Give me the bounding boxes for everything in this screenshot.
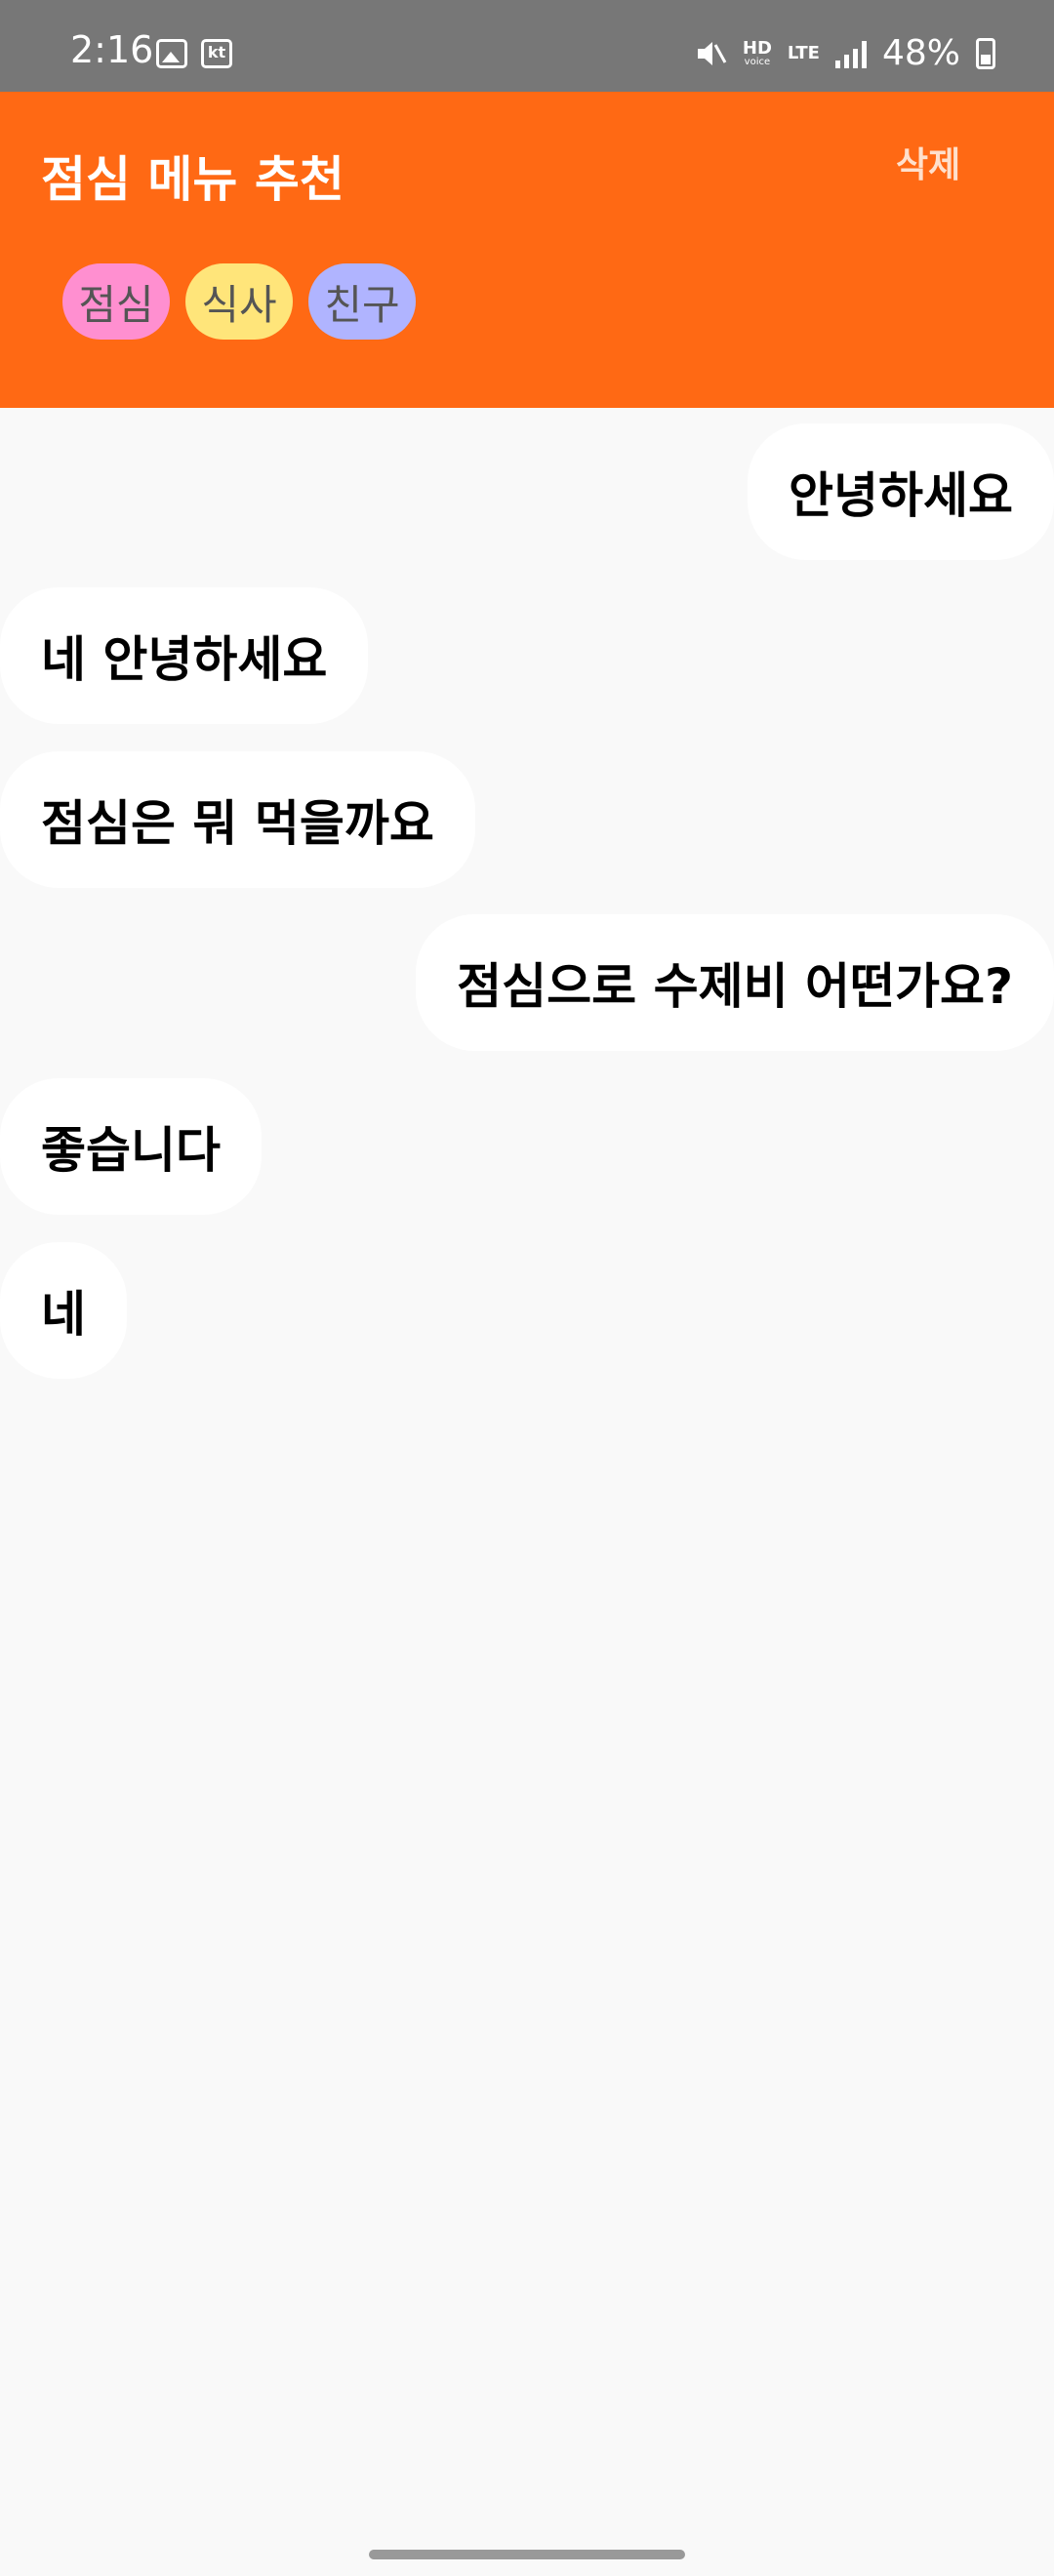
tag-chip[interactable]: 식사 <box>185 263 293 340</box>
battery-percent: 48% <box>881 33 960 73</box>
mute-icon <box>697 41 727 65</box>
hd-voice-icon: HD voice <box>742 37 772 67</box>
message-bubble[interactable]: 안녕하세요 <box>748 423 1054 560</box>
delete-button[interactable]: 삭제 <box>896 137 960 187</box>
tag-list: 점심 식사 친구 <box>62 263 416 340</box>
signal-icon <box>834 39 867 68</box>
home-indicator[interactable] <box>369 2550 685 2559</box>
tag-chip[interactable]: 친구 <box>308 263 416 340</box>
message-bubble[interactable]: 점심으로 수제비 어떤가요? <box>416 914 1054 1051</box>
message-bubble[interactable]: 네 <box>0 1242 127 1379</box>
carrier-kt-icon: kt <box>201 39 232 68</box>
status-time: 2:16 <box>70 28 154 71</box>
gallery-notification-icon <box>156 39 187 68</box>
message-bubble[interactable]: 좋습니다 <box>0 1078 262 1215</box>
battery-icon <box>976 37 995 69</box>
page-title: 점심 메뉴 추천 <box>41 151 345 208</box>
app-header: 점심 메뉴 추천 삭제 점심 식사 친구 <box>0 92 1054 408</box>
tag-chip[interactable]: 점심 <box>62 263 170 340</box>
lte-icon: LTE <box>787 42 820 63</box>
message-bubble[interactable]: 네 안녕하세요 <box>0 587 369 724</box>
status-bar: 2:16 kt HD voice LTE 48% <box>0 0 1054 92</box>
message-bubble[interactable]: 점심은 뭐 먹을까요 <box>0 751 475 888</box>
